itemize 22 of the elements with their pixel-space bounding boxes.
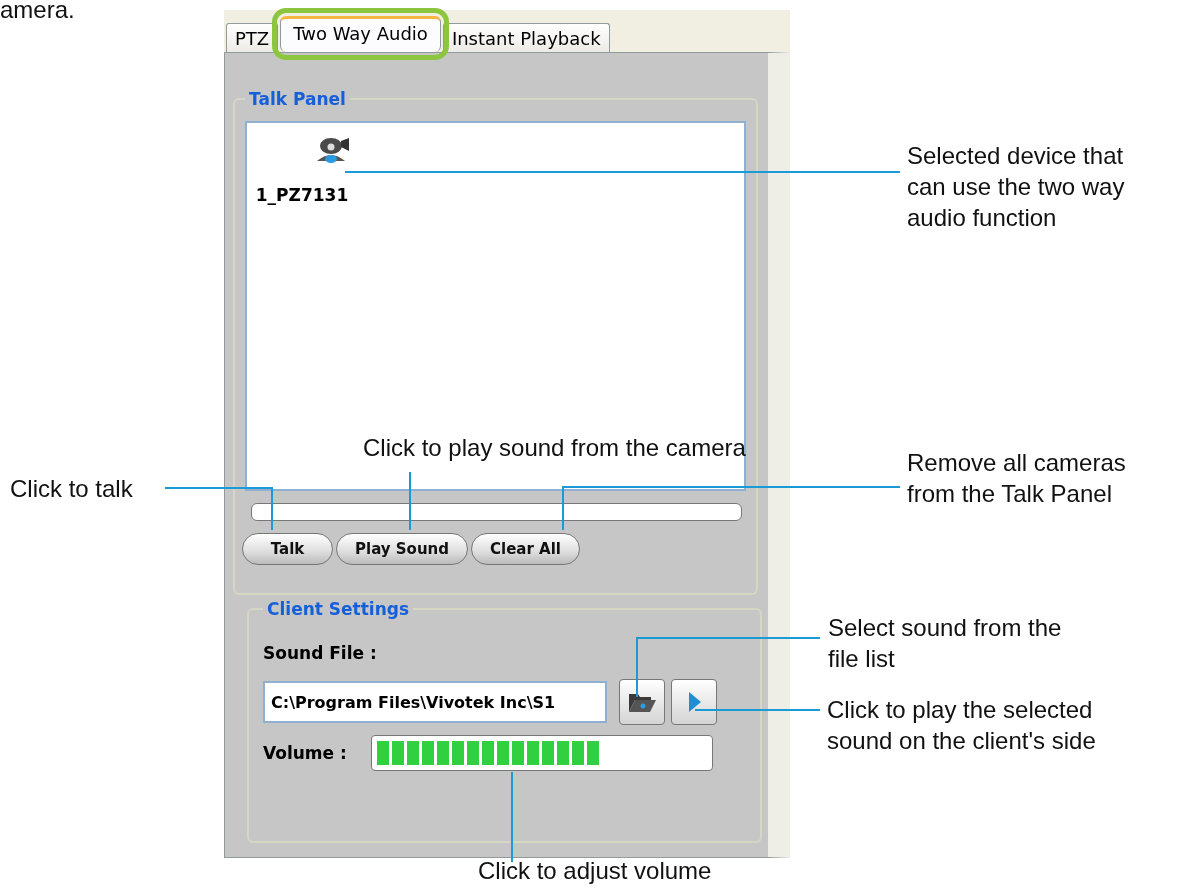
- device-label[interactable]: 1_PZ7131: [255, 185, 349, 205]
- button[interactable]: Clear All: [471, 533, 580, 565]
- tab[interactable]: Instant Playback: [442, 23, 610, 52]
- callout-text: Selected device that can use the two way audio function: [907, 141, 1125, 233]
- callout-text: Click to adjust volume: [478, 856, 712, 886]
- group-title: Client Settings: [266, 599, 411, 619]
- callout-text: Click to play the selected sound on the client's side: [827, 695, 1096, 756]
- callout-text: Remove all cameras from the Talk Panel: [907, 448, 1126, 509]
- body-text: amera.: [0, 0, 75, 24]
- volume-slider[interactable]: [370, 735, 713, 771]
- group-title: Talk Panel: [248, 89, 347, 109]
- leader-line: [409, 471, 411, 531]
- file-path-field[interactable]: C:\Program Files\Vivotek Inc\S1: [263, 681, 607, 723]
- callout-text: Select sound from the file list: [828, 613, 1062, 674]
- callout-text: Click to play sound from the camera: [363, 433, 746, 463]
- button[interactable]: Talk: [242, 533, 333, 565]
- field-label: Sound File :: [263, 643, 378, 663]
- callout-text: Click to talk: [10, 474, 133, 504]
- button[interactable]: Play Sound: [336, 533, 468, 565]
- browse-button[interactable]: [619, 679, 665, 725]
- play-button[interactable]: [671, 679, 717, 725]
- field-label: Volume :: [263, 743, 347, 763]
